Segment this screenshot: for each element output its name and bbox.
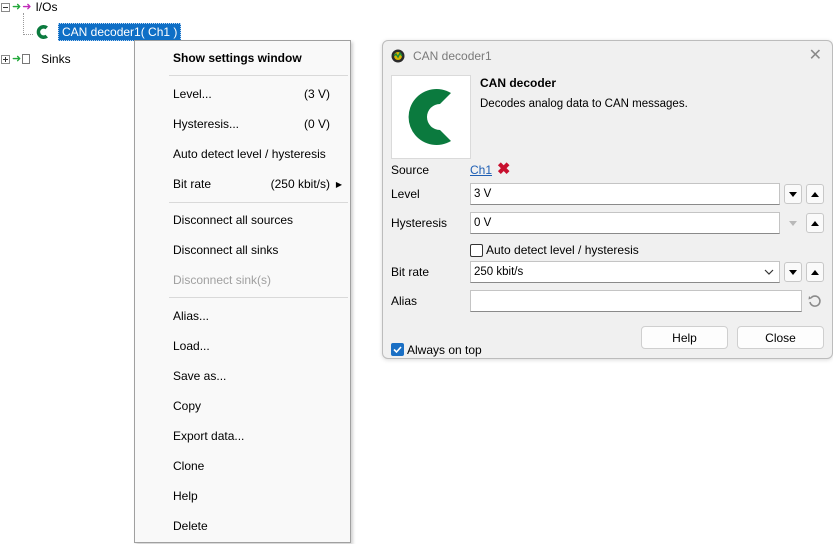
can-decoder-icon xyxy=(36,25,48,39)
hysteresis-input[interactable]: 0 V xyxy=(470,212,780,234)
tree-label-sinks[interactable]: Sinks xyxy=(38,51,73,67)
can-decoder-logo xyxy=(391,75,471,159)
bitrate-decrease-button[interactable] xyxy=(784,262,802,282)
menu-item-level[interactable]: Level... (3 V) xyxy=(135,82,350,106)
up-arrow-icon xyxy=(811,191,819,197)
hysteresis-increase-button[interactable] xyxy=(806,213,824,233)
menu-item-label: Save as... xyxy=(173,369,227,383)
dialog-heading: CAN decoder xyxy=(480,76,557,90)
tree-connector xyxy=(23,34,33,35)
level-label: Level xyxy=(391,187,420,201)
menu-item-label: Disconnect all sinks xyxy=(173,243,279,257)
menu-item-bit-rate[interactable]: Bit rate (250 kbit/s) ▶ xyxy=(135,172,350,196)
menu-item-disconnect-sources[interactable]: Disconnect all sources xyxy=(135,208,350,232)
output-arrow-icon: ➜ xyxy=(22,0,32,13)
menu-item-help[interactable]: Help xyxy=(135,484,350,508)
tree-node-can-decoder[interactable]: CAN decoder1( Ch1 ) xyxy=(34,23,182,41)
menu-item-label: Load... xyxy=(173,339,210,353)
menu-item-label: Bit rate xyxy=(173,177,212,191)
menu-item-value: (250 kbit/s) xyxy=(270,177,330,191)
app-icon xyxy=(391,49,405,63)
menu-item-clone[interactable]: Clone xyxy=(135,454,350,478)
source-link[interactable]: Ch1 xyxy=(470,163,492,177)
up-arrow-icon xyxy=(811,269,819,275)
input-arrow-icon: ➜ xyxy=(12,0,22,13)
menu-item-auto-detect[interactable]: Auto detect level / hysteresis xyxy=(135,142,350,166)
menu-item-label: Disconnect all sources xyxy=(173,213,294,227)
help-button[interactable]: Help xyxy=(641,326,728,349)
tree-label-ios[interactable]: I/Os xyxy=(32,0,60,15)
menu-item-delete[interactable]: Delete xyxy=(135,514,350,538)
tree-node-ios[interactable]: ➜ ➜ I/Os xyxy=(1,0,60,16)
menu-item-label: Clone xyxy=(173,459,205,473)
hysteresis-value: 0 V xyxy=(474,217,492,229)
source-label: Source xyxy=(391,163,430,177)
level-increase-button[interactable] xyxy=(806,184,824,204)
level-input[interactable]: 3 V xyxy=(470,183,780,205)
menu-item-label: Help xyxy=(173,489,198,503)
down-arrow-icon xyxy=(789,220,797,226)
dialog-description: Decodes analog data to CAN messages. xyxy=(480,98,688,110)
auto-detect-checkbox[interactable] xyxy=(470,244,483,257)
menu-item-load[interactable]: Load... xyxy=(135,334,350,358)
menu-item-hysteresis[interactable]: Hysteresis... (0 V) xyxy=(135,112,350,136)
close-button[interactable]: Close xyxy=(737,326,824,349)
menu-item-label: Alias... xyxy=(173,309,210,323)
menu-item-label: Auto detect level / hysteresis xyxy=(173,147,326,161)
menu-item-label: Copy xyxy=(173,399,202,413)
tree-node-sinks[interactable]: ➜ Sinks xyxy=(1,50,74,68)
expand-icon[interactable] xyxy=(1,54,10,64)
down-arrow-icon xyxy=(789,269,797,275)
menu-item-disconnect-sink: Disconnect sink(s) xyxy=(135,268,350,292)
tree-connector xyxy=(23,13,24,35)
menu-item-label: Hysteresis... xyxy=(173,117,240,131)
menu-separator xyxy=(169,75,348,76)
alias-label: Alias xyxy=(391,294,418,308)
level-decrease-button[interactable] xyxy=(784,184,802,204)
close-icon[interactable]: ✕ xyxy=(809,45,822,65)
bitrate-increase-button[interactable] xyxy=(806,262,824,282)
menu-separator xyxy=(169,202,348,203)
menu-item-value: (3 V) xyxy=(303,87,330,101)
menu-item-label: Delete xyxy=(173,519,208,533)
sink-arrow-icon: ➜ xyxy=(12,52,22,65)
level-value: 3 V xyxy=(474,188,492,200)
down-arrow-icon xyxy=(789,191,797,197)
menu-item-export-data[interactable]: Export data... xyxy=(135,424,350,448)
always-on-top-label[interactable]: Always on top xyxy=(407,343,482,357)
reset-icon[interactable] xyxy=(808,294,822,308)
menu-item-show-settings[interactable]: Show settings window xyxy=(135,46,350,70)
menu-item-label: Level... xyxy=(173,87,212,101)
can-decoder-logo-icon xyxy=(408,89,451,145)
bitrate-value: 250 kbit/s xyxy=(474,266,524,278)
menu-item-save-as[interactable]: Save as... xyxy=(135,364,350,388)
menu-item-alias[interactable]: Alias... xyxy=(135,304,350,328)
hysteresis-label: Hysteresis xyxy=(391,216,448,230)
sink-box-icon xyxy=(22,54,31,64)
dialog-title: CAN decoder1 xyxy=(413,49,492,63)
auto-detect-label[interactable]: Auto detect level / hysteresis xyxy=(486,243,639,257)
always-on-top-checkbox[interactable] xyxy=(391,343,404,356)
menu-item-disconnect-sinks[interactable]: Disconnect all sinks xyxy=(135,238,350,262)
collapse-icon[interactable] xyxy=(1,2,10,12)
submenu-arrow-icon: ▶ xyxy=(335,179,342,189)
alias-input[interactable] xyxy=(470,290,802,312)
settings-dialog: CAN decoder1 ✕ CAN decoder Decodes analo… xyxy=(382,40,833,359)
menu-item-label: Export data... xyxy=(173,429,245,443)
remove-source-icon[interactable]: ✖ xyxy=(497,159,510,179)
context-menu: Show settings window Level... (3 V) Hyst… xyxy=(134,40,351,543)
up-arrow-icon xyxy=(811,220,819,226)
menu-item-copy[interactable]: Copy xyxy=(135,394,350,418)
bitrate-label: Bit rate xyxy=(391,265,430,279)
menu-separator xyxy=(169,297,348,298)
menu-item-value: (0 V) xyxy=(303,117,330,131)
menu-item-label: Show settings window xyxy=(173,51,302,65)
menu-item-label: Disconnect sink(s) xyxy=(173,273,272,287)
tree-label-can-decoder[interactable]: CAN decoder1( Ch1 ) xyxy=(58,23,182,41)
hysteresis-decrease-button xyxy=(784,213,802,233)
checkmark-icon xyxy=(393,346,402,354)
chevron-down-icon xyxy=(764,269,774,275)
dialog-title-bar[interactable]: CAN decoder1 ✕ xyxy=(383,41,832,71)
bitrate-select[interactable]: 250 kbit/s xyxy=(470,261,780,283)
